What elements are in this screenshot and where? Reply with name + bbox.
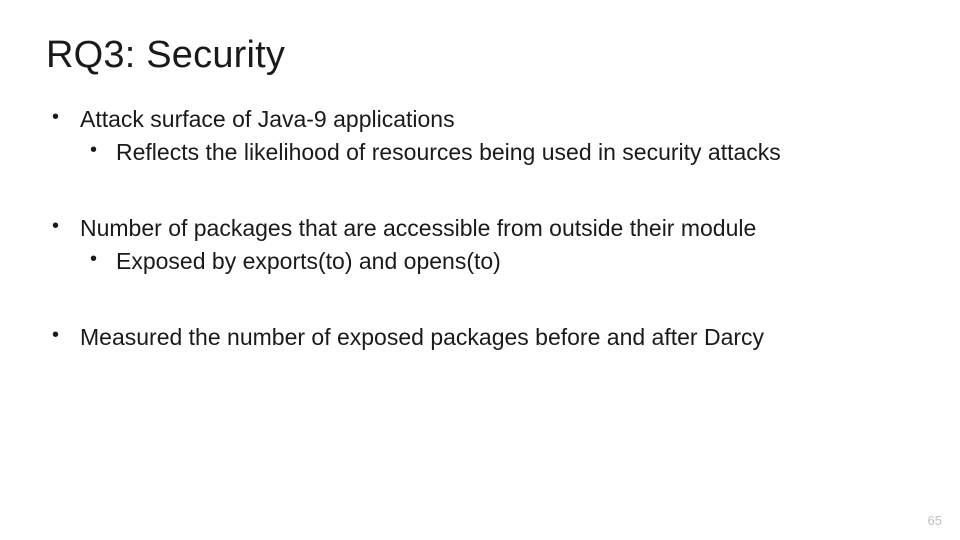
list-item: Exposed by exports(to) and opens(to) (80, 247, 914, 276)
list-item: Measured the number of exposed packages … (46, 323, 914, 352)
page-number: 65 (928, 513, 942, 528)
sub-list: Reflects the likelihood of resources bei… (80, 138, 914, 167)
slide-title: RQ3: Security (46, 34, 914, 77)
bullet-text: Attack surface of Java-9 applications (80, 106, 455, 132)
bullet-text: Reflects the likelihood of resources bei… (116, 139, 781, 165)
list-item: Reflects the likelihood of resources bei… (80, 138, 914, 167)
slide-body: Attack surface of Java-9 applications Re… (46, 105, 914, 352)
list-item: Attack surface of Java-9 applications Re… (46, 105, 914, 168)
bullet-text: Exposed by exports(to) and opens(to) (116, 248, 501, 274)
sub-list: Exposed by exports(to) and opens(to) (80, 247, 914, 276)
bullet-text: Measured the number of exposed packages … (80, 324, 764, 350)
bullet-text: Number of packages that are accessible f… (80, 215, 756, 241)
list-item: Number of packages that are accessible f… (46, 214, 914, 277)
slide: RQ3: Security Attack surface of Java-9 a… (0, 0, 960, 540)
bullet-list: Attack surface of Java-9 applications Re… (46, 105, 914, 352)
